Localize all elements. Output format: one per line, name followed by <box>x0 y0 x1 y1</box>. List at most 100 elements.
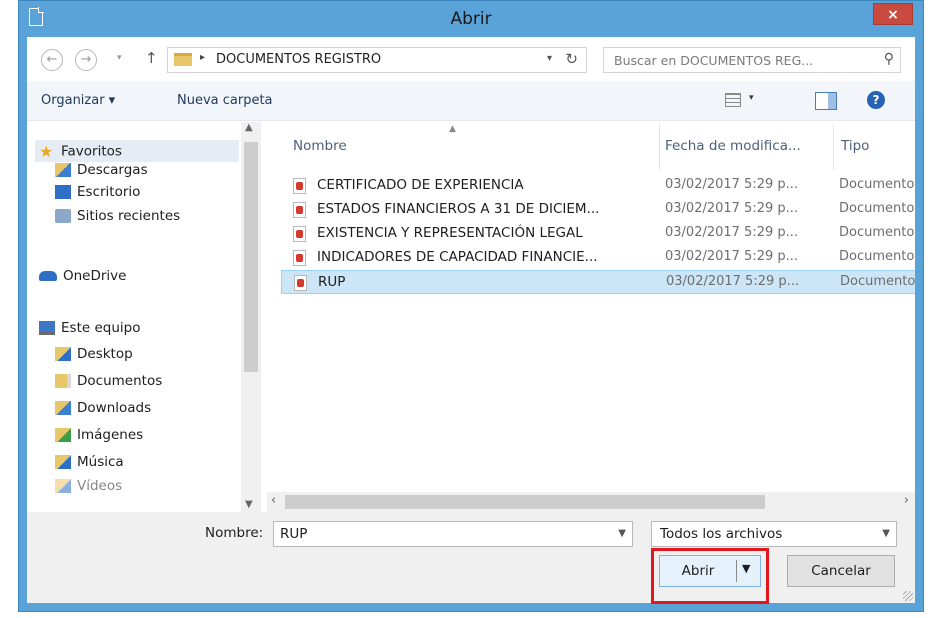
pictures-folder-icon <box>55 428 71 442</box>
computer-icon <box>39 321 55 335</box>
nav-item-downloads[interactable]: Downloads <box>55 400 151 422</box>
scrollbar-thumb[interactable] <box>285 495 765 509</box>
file-name: RUP <box>318 274 346 290</box>
nav-item-favorites[interactable]: ★ Favoritos <box>35 140 239 162</box>
desktop-folder-icon <box>55 347 71 361</box>
scroll-left-icon[interactable]: ‹ <box>271 493 276 508</box>
column-header-date[interactable]: Fecha de modifica... <box>665 138 801 154</box>
nav-item-label: Favoritos <box>61 143 122 160</box>
file-name-value: RUP <box>280 526 308 542</box>
file-type: Documento <box>839 225 915 240</box>
chevron-down-icon[interactable]: ▼ <box>618 528 626 539</box>
address-bar[interactable]: ▸ DOCUMENTOS REGISTRO ▾ ↻ <box>167 47 587 73</box>
nav-item-videos[interactable]: Vídeos <box>55 478 122 500</box>
pdf-file-icon <box>293 202 306 218</box>
nav-item-recent[interactable]: Sitios recientes <box>55 208 180 230</box>
dialog-footer: Nombre: RUP ▼ Todos los archivos ▼ Abrir… <box>27 512 915 604</box>
nav-item-label: Música <box>77 454 124 470</box>
breadcrumb-chevron-icon[interactable]: ▸ <box>200 52 205 63</box>
column-header-type[interactable]: Tipo <box>841 138 869 154</box>
nav-item-label: Documentos <box>77 373 163 389</box>
address-path[interactable]: DOCUMENTOS REGISTRO <box>216 52 381 67</box>
file-row[interactable]: CERTIFICADO DE EXPERIENCIA 03/02/2017 5:… <box>281 174 915 198</box>
column-divider[interactable] <box>833 124 834 170</box>
recent-places-icon <box>55 209 71 223</box>
search-icon[interactable]: ⚲ <box>884 51 894 67</box>
nav-item-imagenes[interactable]: Imágenes <box>55 427 143 449</box>
folder-icon <box>174 53 192 66</box>
view-dropdown-icon[interactable]: ▾ <box>749 93 754 103</box>
help-icon[interactable]: ? <box>867 91 885 109</box>
nav-item-onedrive[interactable]: OneDrive <box>39 268 126 290</box>
new-folder-button[interactable]: Nueva carpeta <box>177 93 273 108</box>
file-type: Documento <box>839 201 915 216</box>
address-dropdown-icon[interactable]: ▾ <box>547 53 552 64</box>
preview-pane-icon[interactable] <box>815 92 837 110</box>
search-input[interactable]: Buscar en DOCUMENTOS REG... ⚲ <box>603 47 901 73</box>
title-bar[interactable]: Abrir × <box>19 1 923 37</box>
recent-locations-dropdown-icon[interactable]: ▾ <box>117 53 122 63</box>
column-header-name[interactable]: Nombre <box>293 138 347 154</box>
nav-item-label: Sitios recientes <box>77 208 181 224</box>
scroll-down-icon[interactable]: ▼ <box>245 499 253 510</box>
pdf-file-icon <box>293 226 306 242</box>
file-date: 03/02/2017 5:29 p... <box>665 225 799 240</box>
file-name-label: Nombre: <box>205 525 264 541</box>
file-date: 03/02/2017 5:29 p... <box>665 201 799 216</box>
file-list: ▲ Nombre Fecha de modifica... Tipo CERTI… <box>267 122 915 512</box>
dialog-client: ← → ▾ ↑ ▸ DOCUMENTOS REGISTRO ▾ ↻ Buscar… <box>27 37 915 604</box>
desktop-icon <box>55 185 71 199</box>
cancel-button[interactable]: Cancelar <box>787 555 895 587</box>
scroll-right-icon[interactable]: › <box>904 493 909 508</box>
scrollbar-thumb[interactable] <box>244 142 258 372</box>
resize-grip-icon[interactable] <box>903 591 913 601</box>
nav-item-label: Imágenes <box>77 427 144 443</box>
music-folder-icon <box>55 455 71 469</box>
column-divider[interactable] <box>659 124 660 170</box>
pdf-file-icon <box>293 178 306 194</box>
file-row[interactable]: EXISTENCIA Y REPRESENTACIÓN LEGAL 03/02/… <box>281 222 915 246</box>
file-type: Documento <box>840 274 915 289</box>
red-highlight-box <box>651 548 769 604</box>
organize-button[interactable]: Organizar ▾ <box>41 93 115 108</box>
nav-item-this-pc[interactable]: Este equipo <box>39 320 140 342</box>
command-toolbar: Organizar ▾ Nueva carpeta ▾ ? <box>27 81 915 121</box>
nav-item-label: Escritorio <box>77 184 141 200</box>
file-row[interactable]: ESTADOS FINANCIEROS A 31 DE DICIEM... 03… <box>281 198 915 222</box>
nav-item-documentos[interactable]: Documentos <box>55 373 162 395</box>
nav-item-musica[interactable]: Música <box>55 454 124 476</box>
file-name: INDICADORES DE CAPACIDAD FINANCIE... <box>317 249 598 265</box>
nav-item-escritorio[interactable]: Escritorio <box>55 184 140 206</box>
navigation-scrollbar[interactable]: ▲ ▼ <box>241 122 261 512</box>
forward-arrow-icon[interactable]: → <box>75 49 97 71</box>
chevron-down-icon[interactable]: ▼ <box>882 528 890 539</box>
address-row: ← → ▾ ↑ ▸ DOCUMENTOS REGISTRO ▾ ↻ Buscar… <box>27 37 915 81</box>
downloads-folder-icon <box>55 401 71 415</box>
nav-item-label: Desktop <box>77 346 133 362</box>
nav-item-label: Downloads <box>77 400 152 416</box>
file-type-filter[interactable]: Todos los archivos ▼ <box>651 521 897 547</box>
nav-item-desktop[interactable]: Desktop <box>55 346 133 368</box>
file-row-selected[interactable]: RUP 03/02/2017 5:29 p... Documento <box>281 270 915 294</box>
back-arrow-icon[interactable]: ← <box>41 49 63 71</box>
close-button[interactable]: × <box>873 3 913 25</box>
nav-item-label: Descargas <box>77 162 148 178</box>
navigation-pane: ★ Favoritos Descargas Escritorio Sitios r… <box>27 122 261 512</box>
file-date: 03/02/2017 5:29 p... <box>665 249 799 264</box>
nav-item-label: Este equipo <box>61 320 141 336</box>
pdf-file-icon <box>294 275 307 291</box>
documents-folder-icon <box>55 374 71 388</box>
up-arrow-icon[interactable]: ↑ <box>145 49 158 67</box>
nav-item-descargas[interactable]: Descargas <box>55 162 148 184</box>
scroll-up-icon[interactable]: ▲ <box>245 122 253 133</box>
horizontal-scrollbar[interactable]: ‹ › <box>267 492 915 512</box>
file-type-filter-value: Todos los archivos <box>660 526 783 542</box>
file-name-input[interactable]: RUP ▼ <box>273 521 633 547</box>
file-date: 03/02/2017 5:29 p... <box>665 177 799 192</box>
file-row[interactable]: INDICADORES DE CAPACIDAD FINANCIE... 03/… <box>281 246 915 270</box>
nav-item-label: Vídeos <box>77 478 123 494</box>
refresh-icon[interactable]: ↻ <box>565 50 578 68</box>
sort-ascending-icon: ▲ <box>449 124 456 134</box>
view-options-icon[interactable] <box>725 93 741 107</box>
file-name: CERTIFICADO DE EXPERIENCIA <box>317 177 524 193</box>
